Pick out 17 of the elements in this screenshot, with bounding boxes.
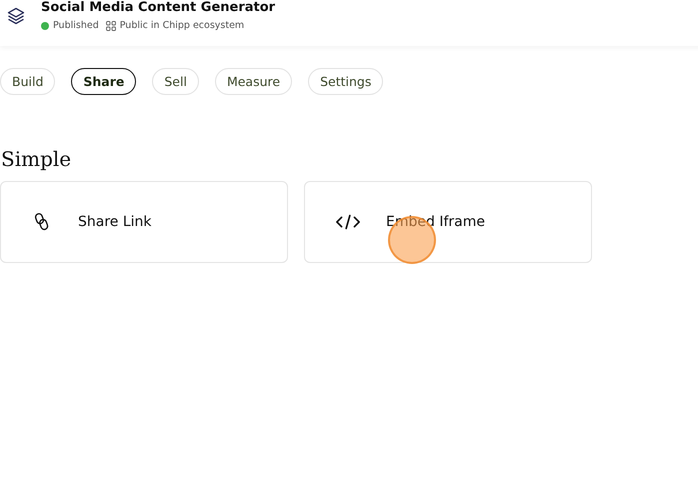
option-label: Share Link xyxy=(78,214,152,230)
tab[interactable]: Share xyxy=(71,68,136,95)
option-card[interactable]: Share Link xyxy=(0,181,288,263)
code-icon xyxy=(336,213,360,231)
grid-icon xyxy=(106,20,116,30)
option-card[interactable]: Embed Iframe xyxy=(304,181,592,263)
option-label: Embed Iframe xyxy=(386,214,485,230)
tab[interactable]: Build xyxy=(0,68,56,95)
tab[interactable]: Sell xyxy=(152,68,199,95)
visibility-label: Public in Chipp ecosystem xyxy=(120,20,244,31)
layers-icon xyxy=(6,6,26,26)
click-marker xyxy=(388,216,436,264)
section-heading: Simple xyxy=(0,146,72,173)
status-label: Published xyxy=(53,20,99,31)
app-title: Social Media Content Generator xyxy=(41,0,276,16)
tab[interactable]: Measure xyxy=(214,68,292,95)
tab[interactable]: Settings xyxy=(308,68,384,95)
